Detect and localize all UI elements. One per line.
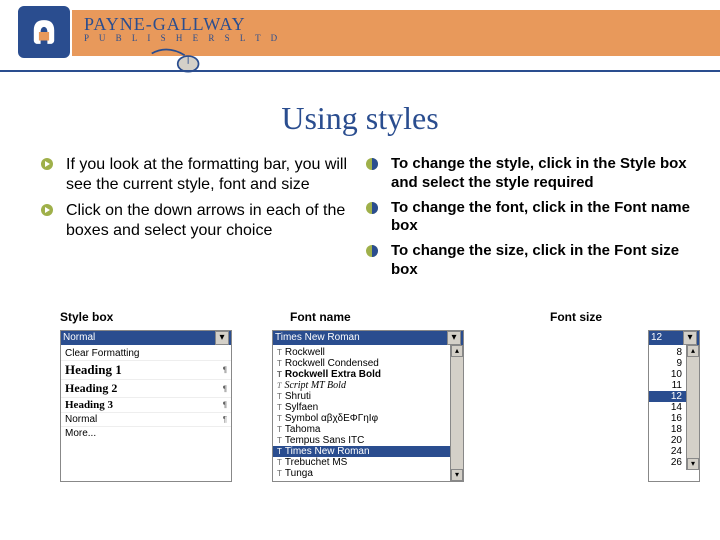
bullet-item: To change the style, click in the Style … — [365, 155, 690, 193]
bullet-text: To change the font, click in the Font na… — [391, 199, 690, 235]
scrollbar[interactable]: ▴▾ — [686, 345, 699, 470]
left-column: If you look at the formatting bar, you w… — [40, 155, 365, 286]
chevron-down-icon[interactable]: ▾ — [215, 331, 229, 345]
scroll-down-icon[interactable]: ▾ — [687, 458, 699, 470]
bullet-text: To change the style, click in the Style … — [391, 155, 687, 191]
label-size: Font size — [550, 310, 690, 324]
dropdowns-row: Normal ▾ Clear Formatting Heading 1¶ Hea… — [0, 330, 720, 482]
phase-bullet-icon — [365, 157, 379, 171]
page-title: Using styles — [0, 100, 720, 137]
bullet-text: If you look at the formatting bar, you w… — [66, 156, 347, 193]
label-font: Font name — [290, 310, 550, 324]
scroll-up-icon[interactable]: ▴ — [451, 345, 463, 357]
header-rule — [0, 70, 720, 72]
publisher-logo — [18, 6, 70, 58]
brand-name: PAYNE-GALLWAY — [84, 14, 281, 35]
font-option[interactable]: TSylfaen — [273, 402, 450, 413]
bullet-text: Click on the down arrows in each of the … — [66, 202, 345, 239]
brand-subtitle: P U B L I S H E R S L T D — [84, 33, 281, 43]
bullet-item: Click on the down arrows in each of the … — [40, 201, 365, 241]
header: PAYNE-GALLWAY P U B L I S H E R S L T D — [0, 0, 720, 70]
font-option[interactable]: TTahoma — [273, 424, 450, 435]
size-option[interactable]: 10 — [649, 369, 686, 380]
size-option[interactable]: 8 — [649, 347, 686, 358]
font-option[interactable]: TSymbol αβχδΕΦΓηΙφ — [273, 413, 450, 424]
chevron-down-icon[interactable]: ▾ — [683, 331, 697, 345]
style-dropdown[interactable]: Normal ▾ Clear Formatting Heading 1¶ Hea… — [60, 330, 232, 482]
bullet-item: To change the size, click in the Font si… — [365, 242, 690, 280]
font-option[interactable]: TTempus Sans ITC — [273, 435, 450, 446]
right-column: To change the style, click in the Style … — [365, 155, 690, 286]
size-option[interactable]: 9 — [649, 358, 686, 369]
font-option[interactable]: TTimes New Roman — [273, 446, 450, 457]
scrollbar[interactable]: ▴▾ — [450, 345, 463, 481]
play-bullet-icon — [40, 157, 54, 171]
content-columns: If you look at the formatting bar, you w… — [0, 155, 720, 286]
font-option[interactable]: TShruti — [273, 391, 450, 402]
size-option[interactable]: 18 — [649, 424, 686, 435]
style-option[interactable]: Heading 1¶ — [61, 361, 231, 380]
play-bullet-icon — [40, 203, 54, 217]
style-selected[interactable]: Normal ▾ — [61, 331, 231, 345]
bullet-text: To change the size, click in the Font si… — [391, 242, 679, 278]
bullet-item: If you look at the formatting bar, you w… — [40, 155, 365, 195]
font-dropdown[interactable]: Times New Roman ▾ TRockwell TRockwell Co… — [272, 330, 464, 482]
size-option[interactable]: 11 — [649, 380, 686, 391]
font-option[interactable]: TRockwell Condensed — [273, 358, 450, 369]
size-selected[interactable]: 12 ▾ — [649, 331, 699, 345]
chevron-down-icon[interactable]: ▾ — [447, 331, 461, 345]
mouse-icon — [150, 48, 202, 83]
style-option[interactable]: Heading 3¶ — [61, 398, 231, 413]
size-option[interactable]: 12 — [649, 391, 686, 402]
style-option[interactable]: Clear Formatting — [61, 347, 231, 361]
style-option[interactable]: Normal¶ — [61, 413, 231, 427]
font-option[interactable]: TTrebuchet MS — [273, 457, 450, 468]
style-options: Clear Formatting Heading 1¶ Heading 2¶ H… — [61, 345, 231, 442]
font-option[interactable]: TTunga — [273, 468, 450, 479]
label-style: Style box — [60, 310, 290, 324]
scroll-down-icon[interactable]: ▾ — [451, 469, 463, 481]
font-selected[interactable]: Times New Roman ▾ — [273, 331, 463, 345]
phase-bullet-icon — [365, 201, 379, 215]
size-option[interactable]: 26 — [649, 457, 686, 468]
style-option[interactable]: Heading 2¶ — [61, 380, 231, 398]
style-option[interactable]: More... — [61, 427, 231, 440]
dropdown-labels: Style box Font name Font size — [0, 310, 720, 324]
size-option[interactable]: 16 — [649, 413, 686, 424]
font-option[interactable]: TRockwell — [273, 347, 450, 358]
size-option[interactable]: 14 — [649, 402, 686, 413]
size-dropdown[interactable]: 12 ▾ 8 9 10 11 12 14 16 18 20 24 26 ▴▾ — [648, 330, 700, 482]
size-options: 8 9 10 11 12 14 16 18 20 24 26 — [649, 345, 686, 470]
font-option[interactable]: TScript MT Bold — [273, 380, 450, 391]
style-selected-value: Normal — [63, 332, 95, 343]
scroll-up-icon[interactable]: ▴ — [687, 345, 699, 357]
size-option[interactable]: 24 — [649, 446, 686, 457]
brand-text: PAYNE-GALLWAY P U B L I S H E R S L T D — [84, 14, 281, 43]
size-option[interactable]: 20 — [649, 435, 686, 446]
font-options: TRockwell TRockwell Condensed TRockwell … — [273, 345, 450, 481]
font-option[interactable]: TRockwell Extra Bold — [273, 369, 450, 380]
font-selected-value: Times New Roman — [275, 332, 360, 343]
size-selected-value: 12 — [651, 332, 662, 343]
bullet-item: To change the font, click in the Font na… — [365, 199, 690, 237]
phase-bullet-icon — [365, 244, 379, 258]
